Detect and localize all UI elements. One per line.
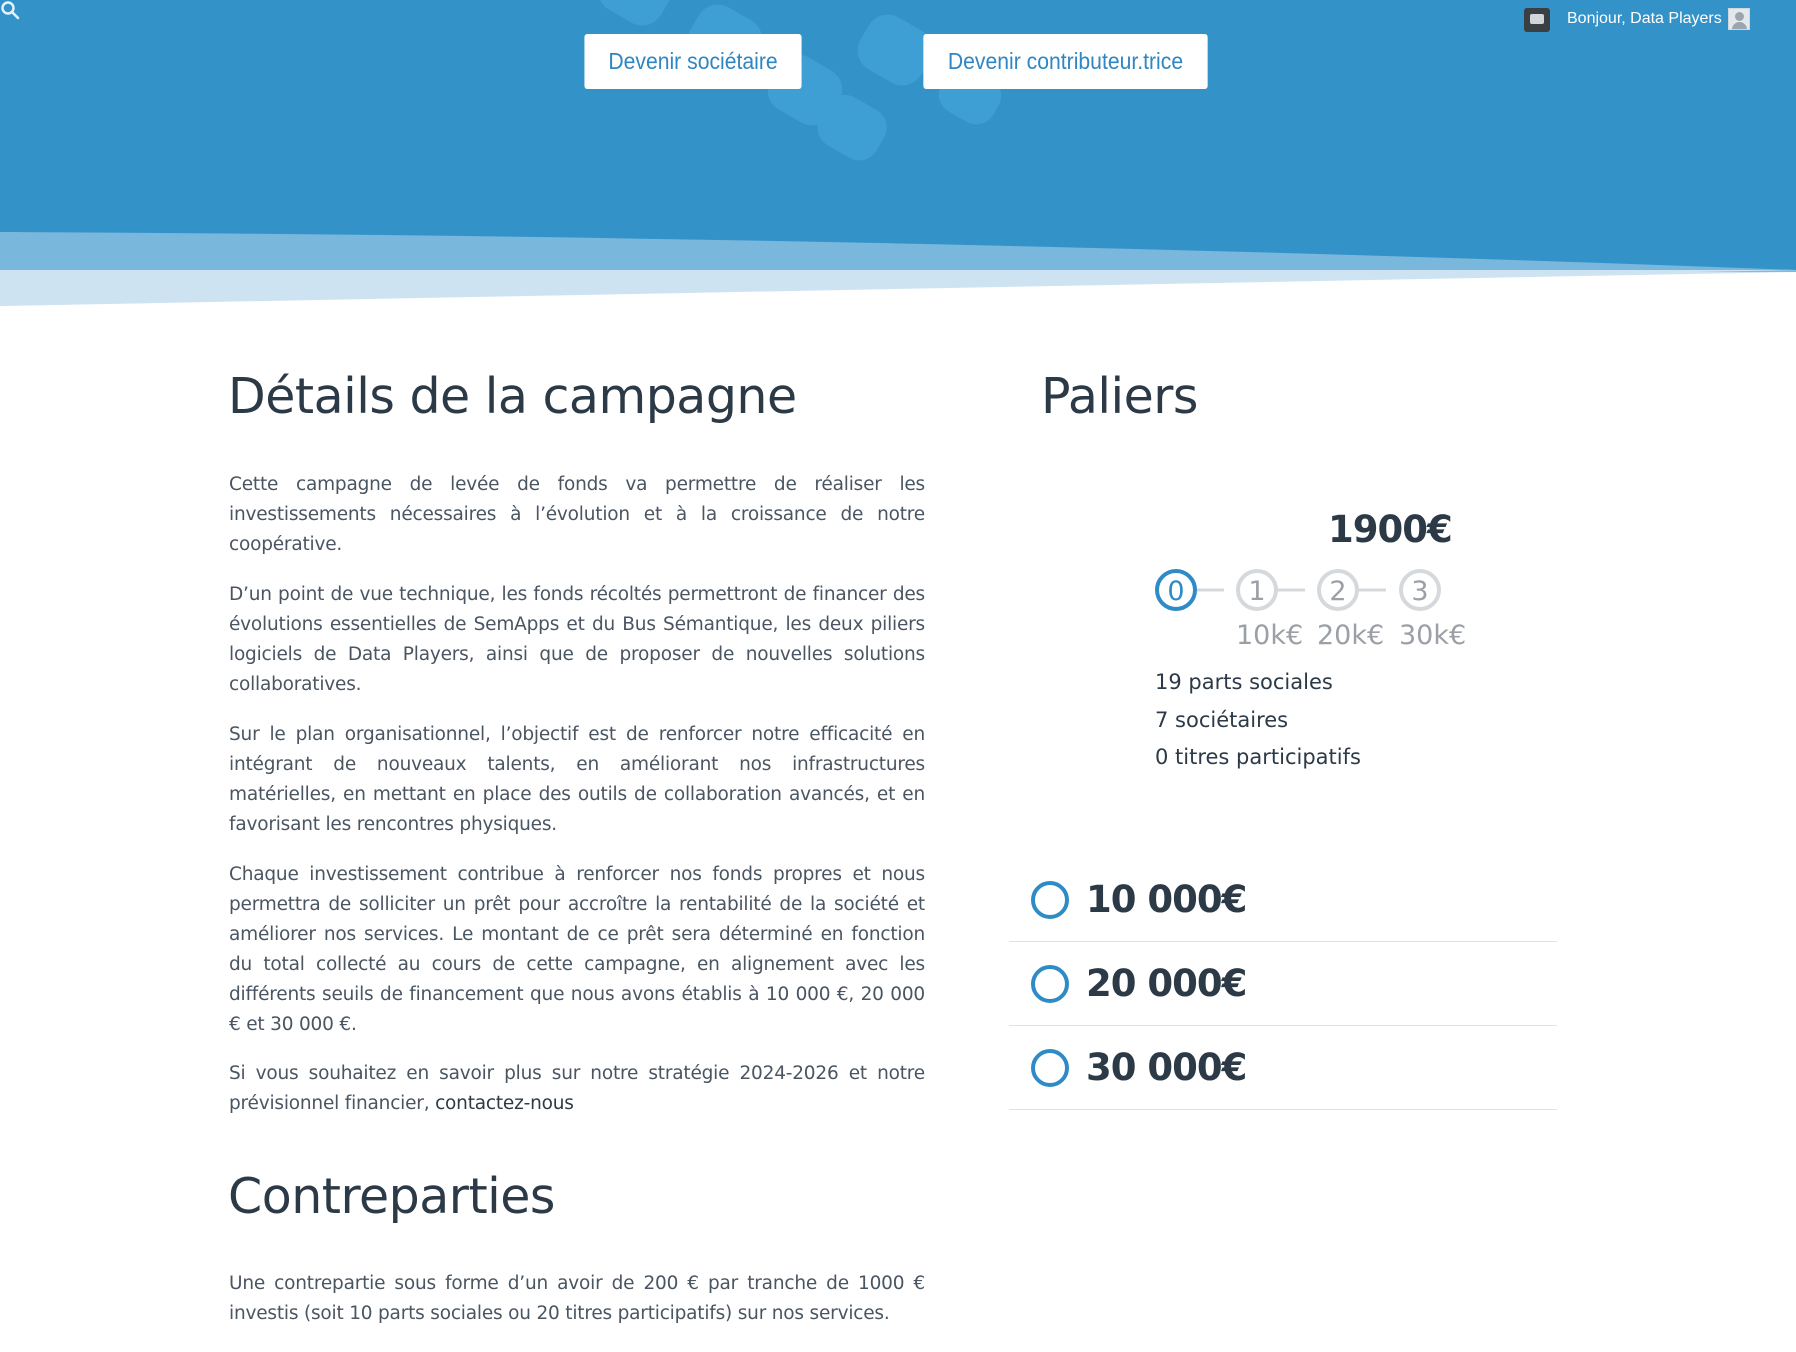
details-paragraph: Chaque investissement contribue à renfor… [229,864,925,1035]
step-threshold-label: 20k€ [1317,620,1385,651]
step-2: 2 [1317,569,1359,611]
step-0: 0 [1155,569,1197,611]
tier-option[interactable]: 30 000€ [1009,1026,1557,1110]
tier-amount: 30 000€ [1086,1046,1247,1089]
devenir-societaire-button[interactable]: Devenir sociétaire [584,34,802,89]
step-threshold-label: 10k€ [1236,620,1304,651]
details-paragraph: Sur le plan organisationnel, l’objectif … [229,724,925,835]
step-0-label: 0 [1167,576,1184,607]
radio-icon[interactable] [1031,880,1069,919]
details-contact-paragraph: Si vous souhaitez en savoir plus sur not… [229,1059,925,1119]
contact-text: Si vous souhaitez en savoir plus sur not… [229,1063,925,1114]
step-3-label: 3 [1411,576,1428,607]
comment-icon[interactable] [1524,8,1550,32]
tier-option[interactable]: 20 000€ [1009,942,1557,1026]
tier-option[interactable]: 10 000€ [1009,858,1557,942]
search-icon[interactable] [0,0,20,20]
tier-list: 10 000€ 20 000€ 30 000€ [1009,858,1557,1110]
devenir-contributeur-button[interactable]: Devenir contributeur.trice [923,34,1208,89]
collected-amount: 1900€ [1328,508,1453,551]
details-paragraph: D’un point de vue technique, les fonds r… [229,584,925,695]
hero-banner: Devenir sociétaire Devenir contributeur.… [0,0,1796,310]
avatar[interactable] [1728,8,1750,30]
step-threshold-label: 30k€ [1399,620,1467,651]
user-greeting[interactable]: Bonjour, Data Players [1567,10,1722,28]
step-2-label: 2 [1329,576,1346,607]
tier-amount: 20 000€ [1086,962,1247,1005]
contreparties-title: Contreparties [228,1168,555,1225]
step-1-label: 1 [1248,576,1265,607]
tier-amount: 10 000€ [1086,878,1247,921]
contact-link[interactable]: contactez-nous [435,1093,574,1114]
step-progress-track: 0 1 2 3 [1155,569,1441,611]
contreparties-text: Une contrepartie sous forme d’un avoir d… [229,1273,925,1324]
step-3: 3 [1399,569,1441,611]
hero-background [0,0,1796,310]
details-title: Détails de la campagne [228,368,797,425]
details-paragraph: Cette campagne de levée de fonds va perm… [229,474,925,555]
stat-parts-sociales: 19 parts sociales [1155,670,1333,694]
step-1: 1 [1236,569,1278,611]
paliers-title: Paliers [1041,368,1198,425]
radio-icon[interactable] [1031,1048,1069,1087]
stat-societaires: 7 sociétaires [1155,708,1289,732]
radio-icon[interactable] [1031,964,1069,1003]
stat-titres-participatifs: 0 titres participatifs [1155,745,1361,769]
